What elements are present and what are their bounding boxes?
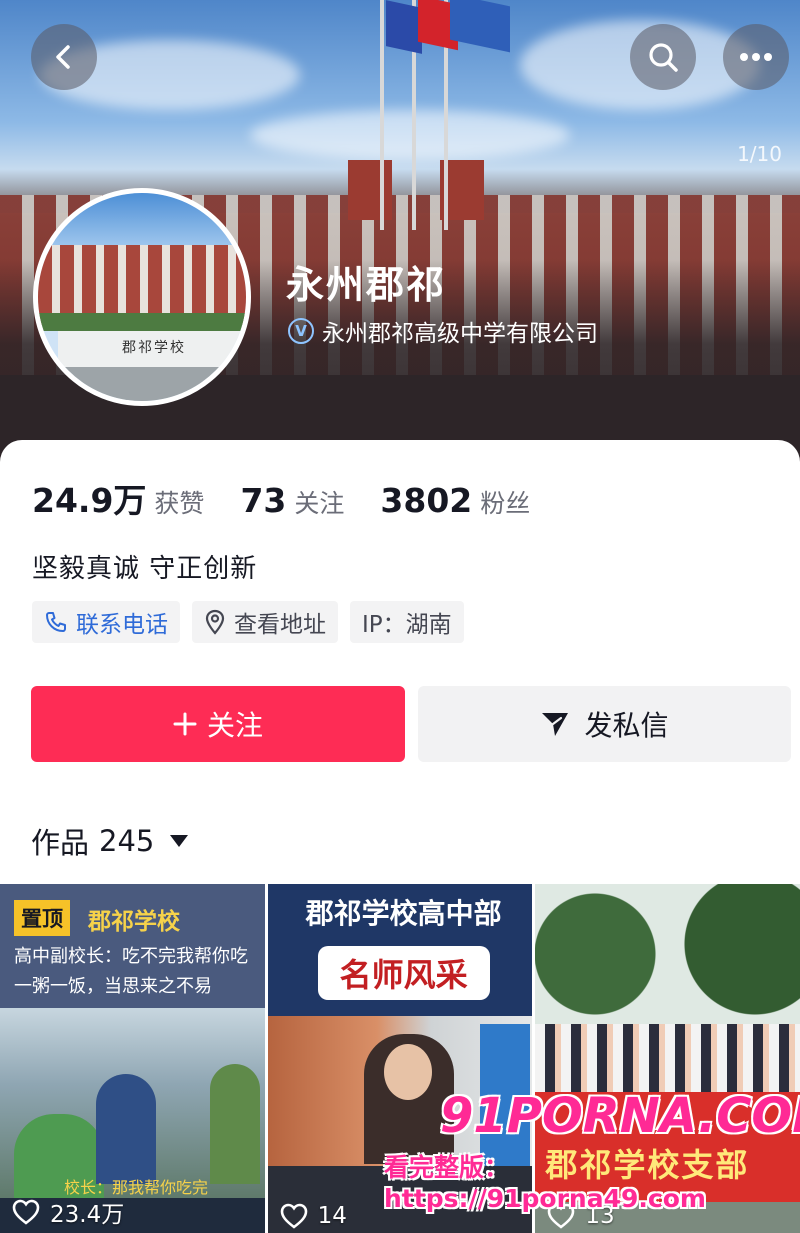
video-likes-count: 23.4万 bbox=[50, 1202, 125, 1228]
view-address-chip[interactable]: 查看地址 bbox=[192, 601, 338, 643]
pinned-badge: 置顶 bbox=[14, 900, 70, 936]
stat-followers[interactable]: 3802 粉丝 bbox=[380, 481, 530, 520]
profile-nickname: 永州郡祁 bbox=[286, 263, 447, 307]
video-likes: 14 bbox=[280, 1203, 347, 1229]
caret-down-icon bbox=[170, 835, 189, 847]
search-button[interactable] bbox=[630, 24, 696, 90]
stat-following-value: 73 bbox=[240, 481, 287, 520]
send-message-icon bbox=[542, 713, 569, 736]
verified-badge-icon: V bbox=[288, 318, 314, 344]
ip-location-label: IP：湖南 bbox=[362, 612, 452, 638]
stat-likes-label: 获赞 bbox=[154, 489, 205, 518]
follow-button-label: 关注 bbox=[206, 709, 263, 742]
thumbnail-title: 郡祁学校高中部 bbox=[305, 897, 502, 930]
phone-icon bbox=[46, 612, 66, 632]
thumbnail-caption: 高中副校长：吃不完我帮你吃 一粥一饭，当思来之不易 bbox=[14, 946, 248, 997]
thumbnail-subtitle-box: 名师风采 bbox=[268, 946, 533, 1000]
thumbnail-photo bbox=[535, 884, 800, 1044]
more-button[interactable] bbox=[723, 24, 789, 90]
back-button[interactable] bbox=[31, 24, 97, 90]
profile-stats: 24.9万 获赞 73 关注 3802 粉丝 bbox=[32, 474, 530, 522]
avatar[interactable]: 郡祁学校 bbox=[33, 188, 251, 406]
thumbnail-brand: 郡祁学校 bbox=[88, 909, 180, 935]
video-likes: 23.4万 bbox=[12, 1195, 124, 1229]
cover-page-indicator: 1/10 bbox=[737, 142, 782, 166]
watermark-url: 看完整版：https://91porna49.com bbox=[384, 1153, 706, 1213]
view-address-label: 查看地址 bbox=[234, 612, 326, 638]
video-thumbnail[interactable]: 置顶 郡祁学校 高中副校长：吃不完我帮你吃 一粥一饭，当思来之不易 校长：那我帮… bbox=[0, 884, 265, 1233]
more-dots-icon bbox=[740, 53, 772, 61]
verified-organization: V 永州郡祁高级中学有限公司 bbox=[288, 314, 598, 348]
stat-following-label: 关注 bbox=[294, 489, 345, 518]
contact-phone-chip[interactable]: 联系电话 bbox=[32, 601, 180, 643]
works-tab[interactable]: 作品 245 bbox=[31, 820, 189, 862]
message-button-label: 发私信 bbox=[584, 709, 669, 742]
stat-following[interactable]: 73 关注 bbox=[240, 481, 344, 520]
ip-location-chip: IP：湖南 bbox=[350, 601, 464, 643]
message-button[interactable]: 发私信 bbox=[418, 686, 791, 762]
stat-likes[interactable]: 24.9万 获赞 bbox=[32, 474, 204, 522]
verified-label: 永州郡祁高级中学有限公司 bbox=[322, 321, 598, 347]
chevron-left-icon bbox=[56, 45, 70, 69]
thumbnail-subtitle: 名师风采 bbox=[317, 946, 490, 1000]
stat-followers-value: 3802 bbox=[380, 481, 473, 520]
works-tab-label: 作品 bbox=[31, 826, 90, 860]
follow-button[interactable]: 关注 bbox=[31, 686, 405, 762]
avatar-sign-text: 郡祁学校 bbox=[122, 340, 186, 356]
stat-followers-label: 粉丝 bbox=[480, 489, 531, 518]
plus-icon bbox=[173, 712, 197, 736]
works-count: 245 bbox=[99, 824, 155, 858]
video-likes-count: 14 bbox=[317, 1203, 347, 1229]
contact-phone-label: 联系电话 bbox=[76, 612, 168, 638]
location-pin-icon bbox=[205, 609, 225, 635]
profile-bio: 坚毅真诚 守正创新 bbox=[32, 554, 258, 584]
watermark-logo: 91PORNA.COM bbox=[440, 1088, 800, 1144]
profile-chips: 联系电话 查看地址 IP：湖南 bbox=[32, 601, 464, 643]
heart-icon bbox=[280, 1203, 307, 1229]
search-icon bbox=[649, 43, 678, 72]
heart-icon bbox=[12, 1199, 40, 1225]
stat-likes-value: 24.9万 bbox=[32, 481, 147, 520]
